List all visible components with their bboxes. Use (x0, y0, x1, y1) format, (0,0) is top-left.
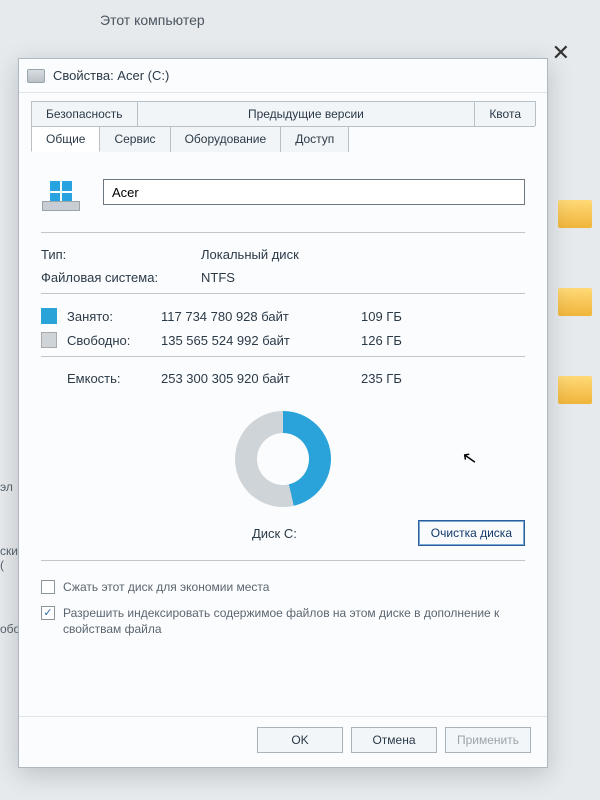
tab-previous-versions[interactable]: Предыдущие версии (137, 101, 476, 126)
index-checkbox[interactable]: ✓ (41, 606, 55, 620)
dialog-footer: OK Отмена Применить (19, 716, 547, 767)
type-label: Тип: (41, 247, 201, 262)
folder-icon (558, 288, 592, 316)
compress-label: Сжать этот диск для экономии места (63, 579, 269, 595)
divider (41, 560, 525, 561)
used-space-row: Занято: 117 734 780 928 байт 109 ГБ (41, 304, 525, 328)
tabs: Безопасность Предыдущие версии Квота Общ… (19, 93, 547, 152)
compress-checkbox[interactable] (41, 580, 55, 594)
usage-pie-chart (235, 411, 331, 507)
folder-icon (558, 200, 592, 228)
close-icon[interactable]: ✕ (552, 40, 570, 66)
tab-content-general: Тип: Локальный диск Файловая система: NT… (19, 152, 547, 716)
volume-name-input[interactable] (103, 179, 525, 205)
divider (41, 232, 525, 233)
disk-cleanup-button[interactable]: Очистка диска (418, 520, 525, 546)
tab-hardware[interactable]: Оборудование (170, 126, 282, 152)
capacity-row: Емкость: 253 300 305 920 байт 235 ГБ (41, 367, 525, 390)
dialog-title: Свойства: Acer (C:) (53, 68, 169, 83)
filesystem-value: NTFS (201, 270, 525, 285)
filesystem-label: Файловая система: (41, 270, 201, 285)
ok-button[interactable]: OK (257, 727, 343, 753)
sidebar-fragment: эл ски ( ободно (0, 480, 20, 686)
divider (41, 356, 525, 357)
free-swatch-icon (41, 332, 57, 348)
folder-icon (558, 376, 592, 404)
properties-dialog: Свойства: Acer (C:) Безопасность Предыду… (18, 58, 548, 768)
titlebar[interactable]: Свойства: Acer (C:) (19, 59, 547, 93)
free-space-row: Свободно: 135 565 524 992 байт 126 ГБ (41, 328, 525, 352)
capacity-label: Емкость: (67, 371, 161, 386)
windows-icon (50, 181, 72, 203)
cancel-button[interactable]: Отмена (351, 727, 437, 753)
pie-label: Диск C: (131, 526, 418, 541)
tab-tools[interactable]: Сервис (99, 126, 170, 152)
tab-general[interactable]: Общие (31, 126, 100, 152)
explorer-title: Этот компьютер (100, 12, 205, 28)
apply-button[interactable]: Применить (445, 727, 531, 753)
free-label: Свободно: (67, 333, 161, 348)
tab-sharing[interactable]: Доступ (280, 126, 349, 152)
used-gb: 109 ГБ (361, 309, 431, 324)
tab-quota[interactable]: Квота (474, 101, 536, 126)
capacity-bytes: 253 300 305 920 байт (161, 371, 361, 386)
index-label: Разрешить индексировать содержимое файло… (63, 605, 525, 637)
drive-icon (27, 69, 45, 83)
used-swatch-icon (41, 308, 57, 324)
tab-security[interactable]: Безопасность (31, 101, 138, 126)
used-label: Занято: (67, 309, 161, 324)
capacity-gb: 235 ГБ (361, 371, 431, 386)
used-bytes: 117 734 780 928 байт (161, 309, 361, 324)
drive-icon-large (41, 172, 81, 212)
folder-icons-column (558, 200, 592, 404)
free-bytes: 135 565 524 992 байт (161, 333, 361, 348)
type-value: Локальный диск (201, 247, 525, 262)
divider (41, 293, 525, 294)
free-gb: 126 ГБ (361, 333, 431, 348)
